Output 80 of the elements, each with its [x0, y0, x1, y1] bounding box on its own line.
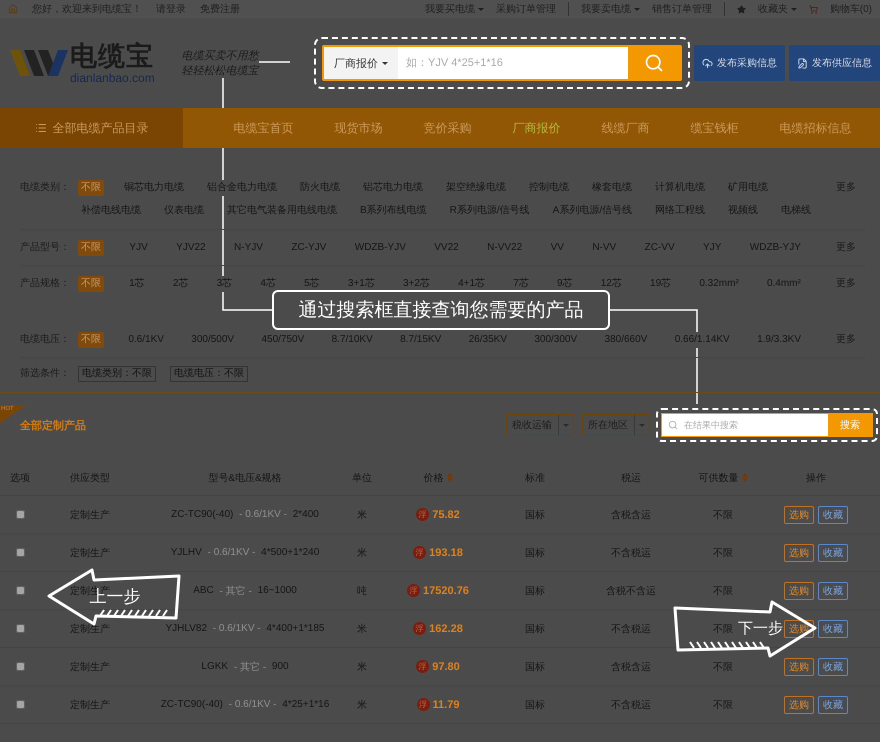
row-checkbox[interactable] — [16, 700, 24, 709]
table-cell: 不限 — [713, 660, 733, 674]
table-cell: 含税不含运 — [606, 584, 656, 598]
nav-link[interactable]: 电缆招标信息 — [780, 120, 852, 136]
table-cell: 米 — [357, 660, 367, 674]
table-cell: ZC-TC90(-40) - 0.6/1KV - 4*25+1*16 — [160, 699, 330, 710]
nav-link[interactable]: 电缆宝首页 — [234, 120, 294, 136]
filter-option[interactable]: 不限 — [78, 180, 104, 196]
row-action-button[interactable]: 选购 — [784, 696, 814, 714]
table-cell: 不限 — [713, 698, 733, 712]
row-action-button[interactable]: 选购 — [784, 582, 814, 600]
results-search-field[interactable]: 在结果中搜索 搜索 — [661, 413, 873, 437]
upload-icon — [702, 58, 713, 68]
table-cell: 米 — [357, 546, 367, 560]
nav-link[interactable]: 缆宝钱柜 — [690, 120, 738, 136]
table-cell: 米 — [357, 698, 367, 712]
filter-option[interactable]: 不限 — [78, 240, 104, 256]
row-action-button[interactable]: 收藏 — [818, 696, 848, 714]
row-action-button[interactable]: 收藏 — [818, 506, 848, 524]
tour-tooltip: 通过搜索框直接查询您需要的产品 — [272, 290, 610, 330]
column-header: 税运 — [621, 470, 641, 484]
table-cell: 不限 — [713, 546, 733, 560]
row-checkbox[interactable] — [16, 510, 24, 519]
row-checkbox[interactable] — [16, 586, 24, 595]
sort-icon — [446, 473, 452, 482]
row-action-button[interactable]: 选购 — [784, 544, 814, 562]
nav-link[interactable]: 现货市场 — [334, 120, 382, 136]
table-cell: 不限 — [713, 508, 733, 522]
price-cell: 浮 193.18 — [413, 546, 463, 559]
row-checkbox[interactable] — [16, 624, 24, 633]
star-icon — [736, 4, 746, 14]
nav-link[interactable]: 厂商报价 — [512, 120, 560, 136]
filter-option[interactable]: 不限 — [78, 276, 104, 292]
nav-link[interactable]: 竞价采购 — [424, 120, 472, 136]
price-cell: 浮 11.79 — [416, 698, 460, 711]
search-button[interactable] — [628, 47, 680, 79]
sort-icon — [742, 473, 748, 482]
table-cell: 米 — [357, 508, 367, 522]
table-cell: LGKK - 其它 - 900 — [201, 660, 289, 674]
row-checkbox[interactable] — [16, 548, 24, 557]
table-cell: 米 — [357, 622, 367, 636]
table-cell: 不含税运 — [611, 622, 651, 636]
row-action-button[interactable]: 收藏 — [818, 620, 848, 638]
column-header[interactable]: 价格 — [424, 470, 452, 484]
cart-icon — [808, 4, 818, 14]
table-cell: 含税含运 — [611, 660, 651, 674]
condition-chip[interactable]: 电缆电压：不限 — [170, 366, 248, 382]
publish-button[interactable]: 发布采购信息 — [694, 45, 785, 81]
column-header: 供应类型 — [70, 470, 110, 484]
search-icon — [668, 420, 678, 430]
table-cell: YJHLV82 - 0.6/1KV - 4*400+1*185 — [166, 623, 324, 634]
category-dropdown[interactable]: 厂商报价 — [324, 47, 398, 79]
publish-button[interactable]: 发布供应信息 — [789, 45, 880, 81]
price-cell: 浮 75.82 — [416, 508, 460, 521]
table-cell: YJLHV - 0.6/1KV - 4*500+1*240 — [170, 547, 320, 558]
table-cell: 不限 — [713, 622, 733, 636]
table-cell: ZC-TC90(-40) - 0.6/1KV - 2*400 — [171, 509, 319, 520]
row-action-button[interactable]: 选购 — [784, 658, 814, 676]
row-action-button[interactable]: 收藏 — [818, 582, 848, 600]
row-checkbox[interactable] — [16, 662, 24, 671]
filter-option[interactable]: 不限 — [78, 332, 104, 348]
catalog-link[interactable]: 全部电缆产品目录 — [0, 108, 183, 148]
price-cell: 浮 162.28 — [413, 622, 463, 635]
row-action-button[interactable]: 收藏 — [818, 658, 848, 676]
table-cell: 不含税运 — [611, 698, 651, 712]
search-field[interactable]: 厂商报价 如：YJV 4*25+1*16 — [322, 45, 682, 81]
price-cell: 浮 97.80 — [416, 660, 460, 673]
table-cell: ABC - 其它 - 16~1000 — [193, 584, 297, 598]
price-cell: 浮 17520.76 — [407, 584, 469, 597]
table-cell: 含税含运 — [611, 508, 651, 522]
catalog-label: 全部电缆产品目录 — [52, 120, 148, 136]
search-button[interactable]: 搜索 — [828, 414, 872, 436]
row-action-button[interactable]: 选购 — [784, 506, 814, 524]
table-cell: 不限 — [713, 584, 733, 598]
search-icon — [644, 53, 664, 73]
edit-icon — [797, 58, 808, 68]
condition-chip[interactable]: 电缆类别：不限 — [78, 366, 156, 382]
row-action-button[interactable]: 收藏 — [818, 544, 848, 562]
nav-link[interactable]: 线缆厂商 — [602, 120, 650, 136]
table-cell: 不含税运 — [611, 546, 651, 560]
